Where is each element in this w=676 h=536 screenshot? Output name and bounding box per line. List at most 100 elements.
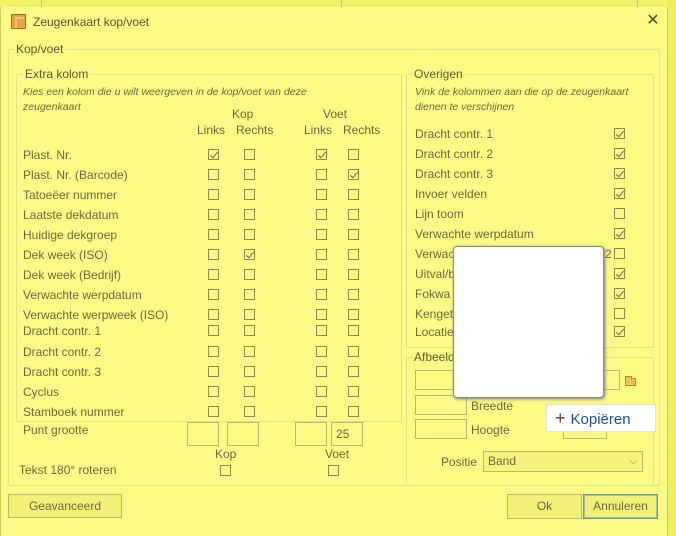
extra-row-kop-rechts-checkbox[interactable] xyxy=(244,229,255,240)
extra-row-voet-rechts-checkbox[interactable] xyxy=(348,209,359,220)
extra-row-voet-links-checkbox[interactable] xyxy=(316,209,327,220)
extra-row-voet-links-checkbox[interactable] xyxy=(316,269,327,280)
extra-row-kop-rechts-checkbox[interactable] xyxy=(244,325,255,336)
plus-icon: + xyxy=(555,408,566,428)
extra-row-kop-rechts-checkbox[interactable] xyxy=(244,269,255,280)
extra-row-voet-rechts-checkbox[interactable] xyxy=(348,269,359,280)
extra-row-kop-links-checkbox[interactable] xyxy=(208,309,219,320)
extra-row-kop-links-checkbox[interactable] xyxy=(208,346,219,357)
overigen-row-checkbox[interactable] xyxy=(614,308,625,319)
extra-row-label: Verwachte werpweek (ISO) xyxy=(23,308,169,322)
extra-row-label: Plast. Nr. (Barcode) xyxy=(23,168,128,182)
extra-row-voet-rechts-checkbox[interactable] xyxy=(348,169,359,180)
extra-row-voet-links-checkbox[interactable] xyxy=(316,149,327,160)
extra-row-voet-links-checkbox[interactable] xyxy=(316,309,327,320)
extra-row-voet-links-checkbox[interactable] xyxy=(316,366,327,377)
punt-grootte-kop-rechts-input[interactable] xyxy=(227,422,259,446)
kop-links-header: Links xyxy=(197,123,226,137)
extra-row-label: Dracht contr. 1 xyxy=(23,324,102,338)
copy-button[interactable]: + Kopiëren xyxy=(546,404,656,432)
overigen-note-line1: Vink de kolommen aan die op de zeugenkaa… xyxy=(415,86,629,98)
advanced-button[interactable]: Geavanceerd xyxy=(8,494,122,518)
overigen-row-checkbox[interactable] xyxy=(614,128,625,139)
extra-row-kop-rechts-checkbox[interactable] xyxy=(244,386,255,397)
extra-row-kop-rechts-checkbox[interactable] xyxy=(244,209,255,220)
punt-grootte-kop-links-input[interactable] xyxy=(187,422,219,446)
extra-row-kop-links-checkbox[interactable] xyxy=(208,325,219,336)
extra-row-voet-rechts-checkbox[interactable] xyxy=(348,149,359,160)
extra-row-kop-rechts-checkbox[interactable] xyxy=(244,189,255,200)
extra-row-kop-links-checkbox[interactable] xyxy=(208,149,219,160)
extra-row-voet-rechts-checkbox[interactable] xyxy=(348,325,359,336)
overigen-row-checkbox[interactable] xyxy=(614,288,625,299)
extra-row-kop-links-checkbox[interactable] xyxy=(208,249,219,260)
extra-row-voet-rechts-checkbox[interactable] xyxy=(348,346,359,357)
rotate-voet-checkbox[interactable] xyxy=(328,465,339,476)
extra-row-kop-rechts-checkbox[interactable] xyxy=(244,289,255,300)
cancel-button[interactable]: Annuleren xyxy=(583,494,658,519)
extra-row-kop-rechts-checkbox[interactable] xyxy=(244,346,255,357)
extra-row-voet-rechts-checkbox[interactable] xyxy=(348,249,359,260)
close-icon[interactable]: ✕ xyxy=(643,11,663,31)
extra-row-kop-links-checkbox[interactable] xyxy=(208,269,219,280)
extra-row-label: Stamboek nummer xyxy=(23,405,125,419)
extra-row-voet-links-checkbox[interactable] xyxy=(316,169,327,180)
extra-row-voet-links-checkbox[interactable] xyxy=(316,289,327,300)
extra-kolom-legend: Extra kolom xyxy=(23,67,91,81)
extra-row-kop-links-checkbox[interactable] xyxy=(208,209,219,220)
overigen-row-checkbox[interactable] xyxy=(614,248,625,259)
extra-row-kop-links-checkbox[interactable] xyxy=(208,169,219,180)
breedte-input[interactable] xyxy=(415,395,467,415)
extra-row-voet-rechts-checkbox[interactable] xyxy=(348,189,359,200)
overigen-row-checkbox[interactable] xyxy=(614,268,625,279)
extra-row-kop-links-checkbox[interactable] xyxy=(208,229,219,240)
extra-row-kop-rechts-checkbox[interactable] xyxy=(244,406,255,417)
punt-grootte-voet-rechts-input[interactable]: 25 xyxy=(331,422,363,446)
extra-row-voet-rechts-checkbox[interactable] xyxy=(348,386,359,397)
extra-row-voet-rechts-checkbox[interactable] xyxy=(348,406,359,417)
extra-row-voet-rechts-checkbox[interactable] xyxy=(348,229,359,240)
extra-row-kop-rechts-checkbox[interactable] xyxy=(244,366,255,377)
chevron-down-icon: ⌵ xyxy=(630,456,637,466)
extra-row-voet-links-checkbox[interactable] xyxy=(316,406,327,417)
extra-row-kop-rechts-checkbox[interactable] xyxy=(244,249,255,260)
overigen-row-label: Verwachte werpdatum xyxy=(415,227,534,241)
extra-row-voet-links-checkbox[interactable] xyxy=(316,189,327,200)
positie-label: Positie xyxy=(441,455,478,469)
overigen-row-checkbox[interactable] xyxy=(614,148,625,159)
hoogte-label: Hoogte xyxy=(471,423,510,437)
punt-grootte-voet-links-input[interactable] xyxy=(295,422,327,446)
overigen-row-checkbox[interactable] xyxy=(614,208,625,219)
hoogte-input[interactable] xyxy=(415,419,467,439)
overigen-row-checkbox[interactable] xyxy=(614,168,625,179)
extra-row-voet-links-checkbox[interactable] xyxy=(316,346,327,357)
voet-links-header: Links xyxy=(304,123,333,137)
extra-row-voet-links-checkbox[interactable] xyxy=(316,386,327,397)
positie-select[interactable]: Band ⌵ xyxy=(483,451,643,472)
extra-row-kop-rechts-checkbox[interactable] xyxy=(244,149,255,160)
extra-row-voet-links-checkbox[interactable] xyxy=(316,249,327,260)
extra-row-kop-links-checkbox[interactable] xyxy=(208,189,219,200)
extra-row-voet-links-checkbox[interactable] xyxy=(316,325,327,336)
extra-row-label: Huidige dekgroep xyxy=(23,228,118,242)
extra-row-kop-links-checkbox[interactable] xyxy=(208,289,219,300)
overigen-row-checkbox[interactable] xyxy=(614,228,625,239)
extra-row-voet-links-checkbox[interactable] xyxy=(316,229,327,240)
extra-row-voet-rechts-checkbox[interactable] xyxy=(348,366,359,377)
extra-row-kop-links-checkbox[interactable] xyxy=(208,386,219,397)
overigen-row-label: Verwac xyxy=(415,247,455,261)
extra-row-voet-rechts-checkbox[interactable] xyxy=(348,309,359,320)
overigen-row-checkbox[interactable] xyxy=(614,326,625,337)
extra-row-voet-rechts-checkbox[interactable] xyxy=(348,289,359,300)
window-title: Zeugenkaart kop/voet xyxy=(33,15,150,29)
overigen-row-checkbox[interactable] xyxy=(614,188,625,199)
ok-button[interactable]: Ok xyxy=(507,494,582,519)
rotate-kop-checkbox[interactable] xyxy=(220,465,231,476)
extra-row-kop-rechts-checkbox[interactable] xyxy=(244,309,255,320)
extra-row-kop-links-checkbox[interactable] xyxy=(208,406,219,417)
overigen-legend: Overigen xyxy=(412,67,465,81)
extra-row-kop-links-checkbox[interactable] xyxy=(208,366,219,377)
folder-icon[interactable] xyxy=(625,376,636,386)
extra-row-kop-rechts-checkbox[interactable] xyxy=(244,169,255,180)
overigen-row-label: Kenget xyxy=(415,307,454,321)
